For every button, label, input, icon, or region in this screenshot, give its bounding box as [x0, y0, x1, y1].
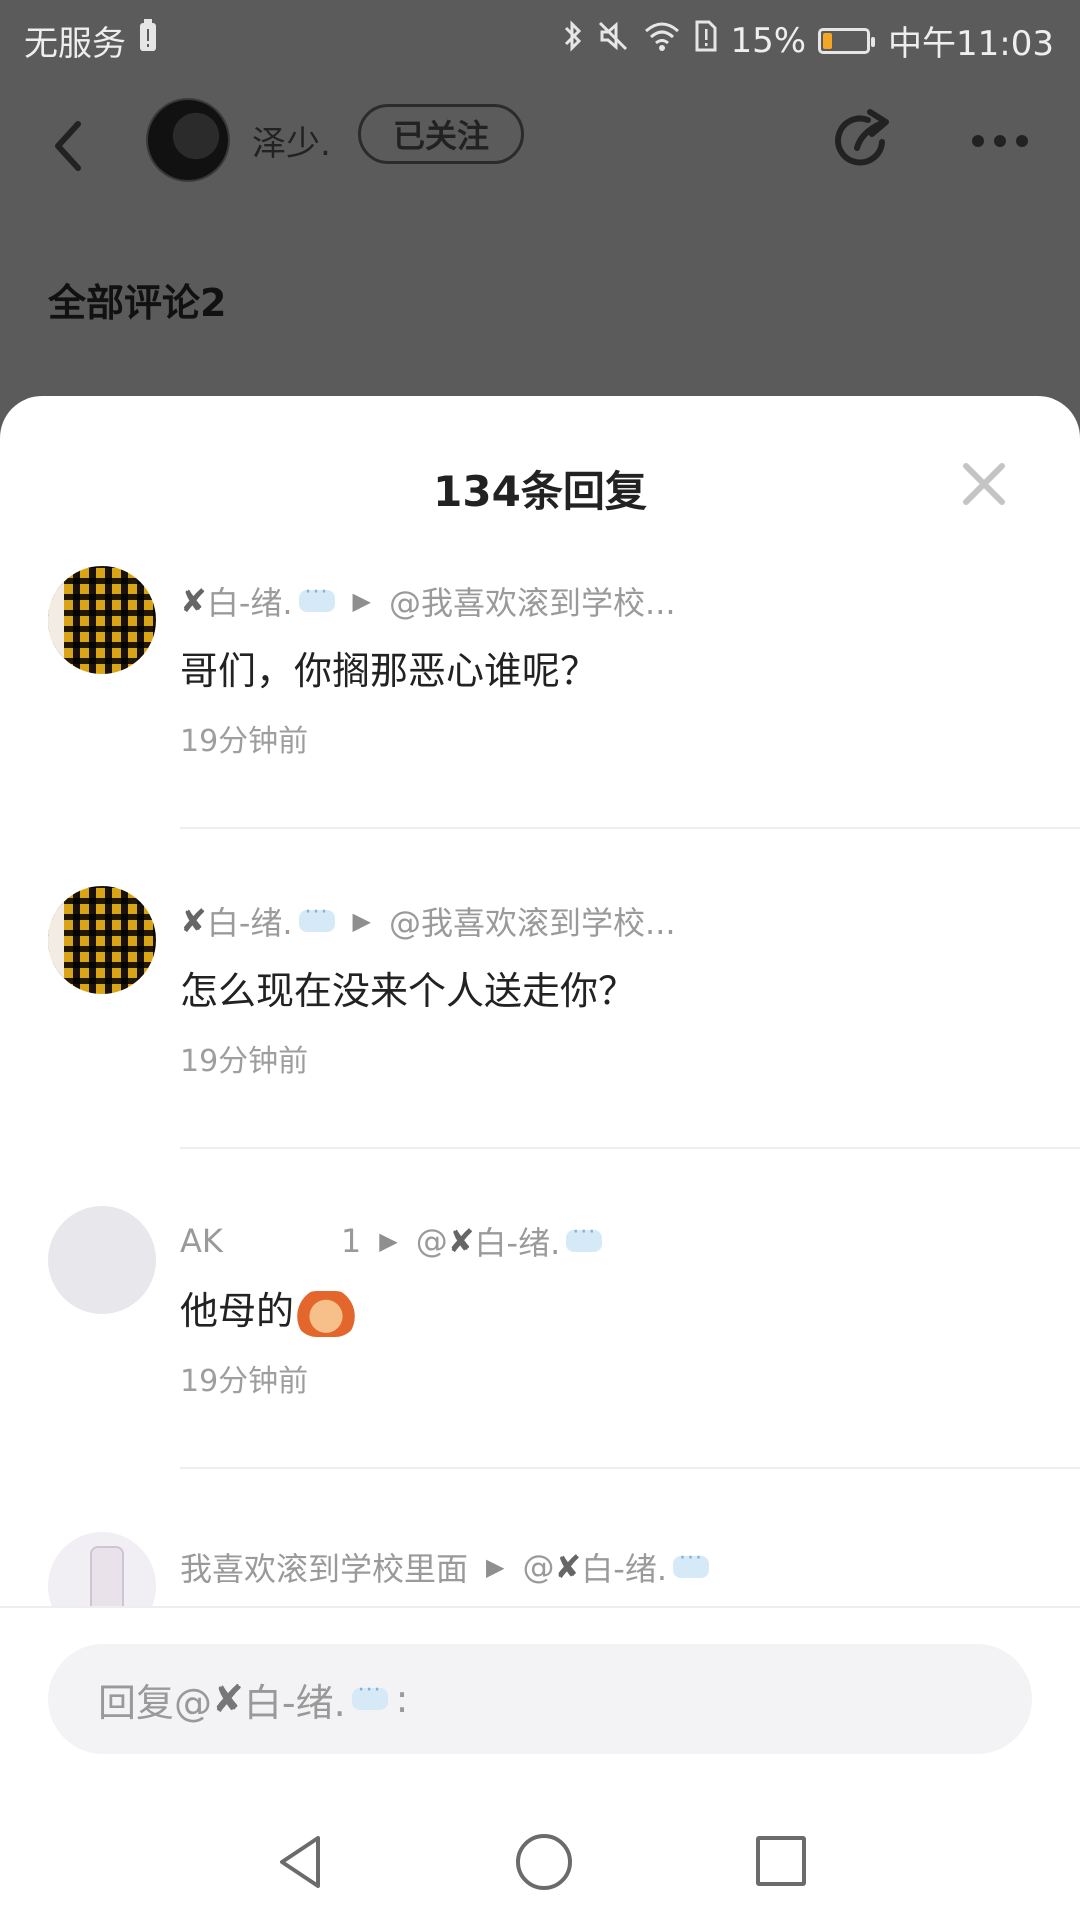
reply-input[interactable]: 回复@ ✘ 白-绪. :	[48, 1644, 1032, 1754]
x-badge-icon: ✘	[180, 582, 207, 620]
divider	[180, 1147, 1080, 1149]
reply-input-name: 白-绪.	[243, 1680, 346, 1725]
status-bar: 无服务 15% 中午11:03	[0, 0, 1080, 76]
reply-target[interactable]: @我喜欢滚到学校...	[389, 578, 676, 624]
x-badge-icon: ✘	[554, 1548, 582, 1586]
reply-input-suffix: :	[395, 1677, 409, 1721]
close-button[interactable]	[962, 462, 1006, 506]
reply-input-prefix: 回复@	[98, 1680, 213, 1725]
reply-author[interactable]: 白-绪.	[207, 898, 293, 944]
screen: 无服务 15% 中午11:03 泽少. 已关注 全部评论2 134条回复 ✘ 白…	[0, 0, 1080, 1920]
chat-bubble-icon	[298, 580, 335, 612]
reply-author[interactable]: 我喜欢滚到学校里面	[180, 1544, 468, 1590]
divider	[180, 827, 1080, 829]
reply-content[interactable]: 怎么现在没来个人送走你？	[180, 960, 636, 1015]
x-badge-icon: ✘	[180, 902, 207, 940]
sheet-title: 134条回复	[433, 467, 647, 516]
more-icon-dot	[972, 135, 984, 147]
chevron-left-icon	[55, 121, 81, 171]
reply-count: 1	[340, 1222, 362, 1260]
replies-sheet: 134条回复 ✘ 白-绪. ▶ @我喜欢滚到学校... 哥们，你搁那恶心谁呢？ …	[0, 396, 1080, 1920]
more-icon-dot	[1016, 135, 1028, 147]
reply-item[interactable]: ✘ 白-绪. ▶ @我喜欢滚到学校... 怎么现在没来个人送走你？ 19分钟前	[0, 886, 1080, 1206]
play-arrow-icon: ▶	[379, 1227, 398, 1255]
play-arrow-icon: ▶	[352, 907, 372, 935]
bottom-bar: 回复@ ✘ 白-绪. :	[0, 1606, 1080, 1920]
play-arrow-icon: ▶	[352, 587, 372, 615]
reply-content[interactable]: 他母的	[180, 1280, 359, 1337]
battery-icon	[818, 27, 876, 54]
clock: 中午11:03	[888, 24, 1054, 64]
crying-emoji-icon	[294, 1290, 359, 1337]
owner-name[interactable]: 泽少.	[252, 116, 331, 165]
nav-recent-button[interactable]	[756, 1836, 806, 1886]
reply-time: 19分钟前	[180, 1364, 309, 1399]
avatar[interactable]	[48, 1532, 156, 1606]
more-icon-dot	[994, 135, 1006, 147]
mute-icon	[596, 19, 630, 62]
reply-item[interactable]: 我喜欢滚到学校里面 ▶ @ ✘ 白-绪.	[0, 1532, 1080, 1606]
avatar[interactable]	[48, 566, 156, 674]
more-button[interactable]	[972, 126, 1042, 156]
wifi-icon	[642, 19, 682, 62]
reply-target[interactable]: 白-绪.	[475, 1218, 561, 1264]
reply-target-prefix: @	[415, 1222, 448, 1260]
chat-bubble-icon	[673, 1546, 710, 1578]
nav-back-button[interactable]	[276, 1832, 326, 1892]
reply-time: 19分钟前	[180, 1044, 309, 1079]
reply-content[interactable]: 哥们，你搁那恶心谁呢？	[180, 640, 598, 695]
avatar[interactable]	[48, 1206, 156, 1314]
avatar[interactable]	[48, 886, 156, 994]
carrier-text: 无服务	[24, 24, 126, 64]
reply-list[interactable]: ✘ 白-绪. ▶ @我喜欢滚到学校... 哥们，你搁那恶心谁呢？ 19分钟前 ✘…	[0, 566, 1080, 1606]
reply-meta: AK 1 ▶ @ ✘ 白-绪.	[180, 1218, 603, 1264]
battery-percent: 15%	[730, 20, 807, 61]
battery-alert-icon	[138, 19, 158, 62]
all-comments-label: 全部评论2	[48, 281, 227, 325]
reply-author[interactable]: AK	[180, 1222, 223, 1260]
close-icon	[963, 463, 1005, 505]
sim-alert-icon	[694, 19, 718, 62]
top-bar: 泽少. 已关注	[0, 76, 1080, 206]
follow-button[interactable]: 已关注	[358, 104, 524, 164]
play-arrow-icon: ▶	[486, 1553, 505, 1581]
reply-meta: ✘ 白-绪. ▶ @我喜欢滚到学校...	[180, 898, 676, 944]
chat-bubble-icon	[298, 900, 335, 932]
reply-time: 19分钟前	[180, 724, 309, 759]
divider	[180, 1467, 1080, 1469]
reply-author[interactable]: 白-绪.	[207, 578, 293, 624]
share-icon	[835, 109, 889, 166]
reply-content-text: 他母的	[180, 1289, 295, 1333]
chat-bubble-icon	[351, 1678, 388, 1710]
system-nav-bar	[0, 1820, 1080, 1910]
owner-avatar[interactable]	[146, 98, 230, 182]
reply-target[interactable]: 白-绪.	[581, 1544, 667, 1590]
reply-meta: ✘ 白-绪. ▶ @我喜欢滚到学校...	[180, 578, 676, 624]
reply-item[interactable]: AK 1 ▶ @ ✘ 白-绪. 他母的 19分钟前	[0, 1206, 1080, 1526]
chat-bubble-icon	[566, 1220, 603, 1252]
share-button[interactable]	[830, 106, 900, 176]
nav-home-button[interactable]	[516, 1834, 572, 1890]
x-badge-icon: ✘	[447, 1222, 475, 1260]
triangle-back-icon	[280, 1836, 320, 1888]
reply-item[interactable]: ✘ 白-绪. ▶ @我喜欢滚到学校... 哥们，你搁那恶心谁呢？ 19分钟前	[0, 566, 1080, 886]
reply-target-prefix: @	[522, 1548, 555, 1586]
reply-meta: 我喜欢滚到学校里面 ▶ @ ✘ 白-绪.	[180, 1544, 710, 1590]
bluetooth-icon	[562, 19, 584, 62]
reply-target[interactable]: @我喜欢滚到学校...	[389, 898, 676, 944]
x-badge-icon: ✘	[212, 1677, 244, 1721]
back-button[interactable]	[44, 114, 94, 178]
